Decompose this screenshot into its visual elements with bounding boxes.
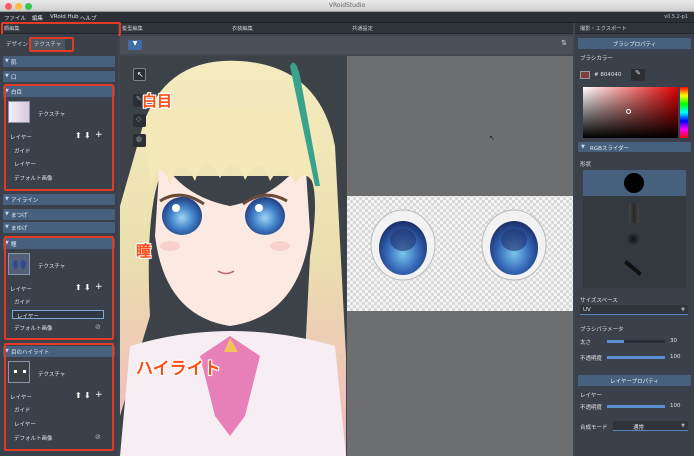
part-header-eyebrow[interactable]: ▼ まゆげ <box>3 222 115 233</box>
eraser-glyph: ◇ <box>136 115 142 123</box>
chevron-down-icon: ▼ <box>5 73 9 79</box>
thickness-label: 太さ <box>580 340 592 346</box>
flat-brush-icon[interactable] <box>629 203 639 223</box>
section-hair[interactable]: 髪型編集 <box>122 25 143 32</box>
model-viewport[interactable]: ↖ ✎ ◇ ◍ <box>120 56 346 456</box>
highlight-white-eye-group <box>4 84 114 191</box>
section-photo-export[interactable]: 撮影・エクスポート <box>580 25 627 32</box>
rgb-slider-header[interactable]: ▼ RGBスライダー <box>578 142 691 152</box>
layer-opacity-slider-fill <box>607 405 665 408</box>
part-header-mouth[interactable]: ▼ 口 <box>3 71 115 82</box>
blend-mode-value: 通常 <box>633 425 645 431</box>
soft-brush-icon[interactable] <box>626 232 640 246</box>
chevron-down-icon: ▼ <box>5 196 9 202</box>
chevron-down-icon: ▼ <box>5 58 9 64</box>
brush-color-label: ブラシカラー <box>580 56 613 62</box>
part-header-eyeline[interactable]: ▼ アイライン <box>3 194 115 205</box>
mouse-cursor-icon: ↖ <box>489 134 495 142</box>
eye-texture-canvas <box>347 196 573 311</box>
part-header-eyelash[interactable]: ▼ まつげ <box>3 209 115 220</box>
view-dropdown-icon[interactable]: ▼ <box>128 40 142 50</box>
brush-properties-header[interactable]: ブラシプロパティ <box>578 38 691 49</box>
layer-opacity-slider[interactable] <box>607 405 665 408</box>
pen-glyph: ✎ <box>136 95 142 103</box>
highlight-texture-tab <box>29 37 74 52</box>
brush-color-hex: # 804040 <box>594 72 622 78</box>
part-label: 口 <box>11 75 17 81</box>
eyedropper-icon[interactable]: ✎ <box>631 69 645 81</box>
highlight-eye-highlight-group <box>4 343 114 451</box>
annotation-white-eye: 白目 <box>142 92 173 110</box>
fill-glyph: ◍ <box>136 135 143 143</box>
menu-help[interactable]: ヘルプ <box>80 14 97 22</box>
part-label: まゆげ <box>11 226 28 232</box>
size-space-label: サイズスペース <box>580 298 618 304</box>
blend-mode-label: 合成モード <box>580 425 608 431</box>
viewport-toolbar: ▼ ⇅ <box>120 36 573 54</box>
chevron-down-icon: ▼ <box>681 307 685 313</box>
eraser-tool-icon[interactable]: ◇ <box>133 114 146 127</box>
section-common[interactable]: 共通設定 <box>352 25 373 32</box>
size-space-value: UV <box>583 307 591 313</box>
brush-opacity-slider-fill <box>607 356 665 359</box>
brush-opacity-slider[interactable] <box>607 356 665 359</box>
select-tool-icon[interactable]: ↖ <box>133 68 146 81</box>
layer-prop-label: レイヤー <box>580 393 602 399</box>
brush-opacity-label: 不透明度 <box>580 356 603 362</box>
annotation-pupil: 瞳 <box>136 242 152 260</box>
chevron-down-icon: ▼ <box>5 211 9 217</box>
tab-design[interactable]: デザイン <box>2 38 32 50</box>
texture-view[interactable]: ↖ <box>347 56 573 456</box>
color-picker-square[interactable] <box>583 87 678 138</box>
chevron-down-icon: ▼ <box>581 144 585 150</box>
fill-tool-icon[interactable]: ◍ <box>133 134 146 147</box>
thickness-slider-fill <box>607 340 625 343</box>
round-hard-brush-icon[interactable] <box>624 173 644 193</box>
chevron-down-icon: ▼ <box>5 224 9 230</box>
layer-properties-header[interactable]: レイヤープロパティ <box>578 375 691 386</box>
rgb-slider-label: RGBスライダー <box>590 146 630 152</box>
menu-vroid-hub[interactable]: VRoid Hub <box>50 14 79 20</box>
part-label: まつげ <box>11 213 28 219</box>
menu-edit[interactable]: 編集 <box>32 14 43 22</box>
thickness-value: 30 <box>670 338 677 344</box>
layer-opacity-value: 100 <box>670 403 681 409</box>
brush-shape-list <box>583 170 686 288</box>
window-title: VRoidStudio <box>328 2 366 9</box>
size-space-select[interactable]: UV ▼ <box>580 305 688 315</box>
annotation-highlight: ハイライト <box>136 359 221 379</box>
character-render <box>120 56 346 456</box>
brush-params-label: ブラシパラメータ <box>580 327 624 333</box>
right-panel: ブラシプロパティ ブラシカラー # 804040 ✎ ▼ RGBスライダー 形状… <box>575 34 694 456</box>
hue-slider[interactable] <box>680 87 688 138</box>
part-header-skin[interactable]: ▼ 肌 <box>3 56 115 67</box>
brush-opacity-value: 100 <box>670 354 681 360</box>
window-titlebar: VRoidStudio <box>0 0 694 12</box>
thickness-slider[interactable] <box>607 340 665 343</box>
menu-file[interactable]: ファイル <box>4 14 26 22</box>
diagonal-brush-icon[interactable] <box>624 260 642 276</box>
brush-color-swatch[interactable] <box>580 71 590 79</box>
section-center-bar <box>120 23 573 34</box>
version-label: v0.5.2-p1 <box>664 14 688 20</box>
swap-view-icon[interactable]: ⇅ <box>561 39 567 47</box>
highlight-pupil-group <box>4 236 114 340</box>
cursor-glyph: ↖ <box>137 70 144 79</box>
layer-opacity-label: 不透明度 <box>580 405 603 411</box>
part-label: 肌 <box>11 60 17 66</box>
color-picker-cursor[interactable] <box>626 109 631 114</box>
part-label: アイライン <box>11 198 39 204</box>
shape-label: 形状 <box>580 162 592 168</box>
chevron-down-icon: ▼ <box>681 423 685 429</box>
blend-mode-select[interactable]: 通常 ▼ <box>613 421 688 431</box>
section-outfit[interactable]: 衣装編集 <box>232 25 253 32</box>
